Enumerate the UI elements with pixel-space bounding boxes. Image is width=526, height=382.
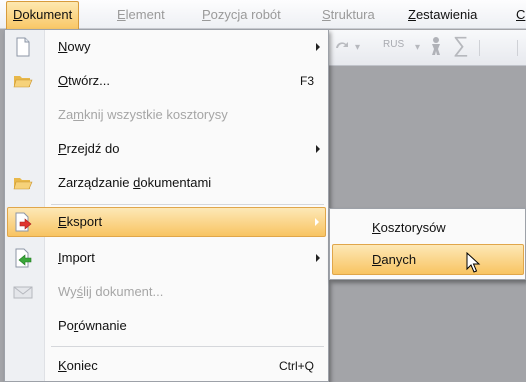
menu-item-koniec[interactable]: Koniec Ctrl+Q	[7, 351, 326, 381]
import-icon	[13, 248, 33, 268]
menu-item-wyslij-label: Wyślij dokument...	[58, 284, 164, 299]
menu-item-zamknij-label: Zamknij wszystkie kosztorysy	[58, 107, 228, 122]
menu-pozycja-robot[interactable]: Pozycja robót	[202, 0, 281, 29]
menu-item-otworz-label: Otwórz...	[58, 73, 111, 88]
sum-icon[interactable]: ∑	[453, 32, 469, 58]
menu-item-zarzadzanie-dokumentami[interactable]: Zarządzanie dokumentami	[7, 168, 326, 198]
submenu-item-danych[interactable]: Danych	[332, 244, 524, 275]
submenu-arrow-icon	[315, 218, 319, 226]
menu-item-otworz-shortcut: F3	[299, 74, 314, 88]
menu-c[interactable]: C	[516, 0, 525, 29]
rus-icon[interactable]: RUS	[383, 39, 404, 50]
eksport-submenu: Kosztorysów Danych	[329, 208, 526, 280]
toolbar: ▾ RUS ▾ ∑	[329, 30, 526, 66]
folder-manage-icon	[13, 173, 33, 193]
menu-separator	[51, 204, 324, 205]
menu-struktura-label: truktura	[330, 7, 375, 22]
export-icon	[13, 212, 33, 232]
submenu-item-kosztorysow[interactable]: Kosztorysów	[332, 212, 524, 243]
menu-pozycja-accel: P	[202, 7, 211, 22]
menu-zestawienia-accel: Z	[408, 7, 416, 22]
menu-item-koniec-label: Koniec	[58, 358, 98, 373]
submenu-item-danych-label: Danych	[372, 252, 417, 267]
mail-icon	[13, 282, 33, 302]
menubar: Dokument Element Pozycja robót Struktura…	[0, 0, 526, 29]
menu-separator-2	[51, 346, 324, 347]
menu-dokument-label: okument	[22, 7, 73, 22]
menu-struktura[interactable]: Struktura	[322, 0, 375, 29]
menu-pozycja-label: ozycja robót	[210, 7, 281, 22]
menu-item-koniec-shortcut: Ctrl+Q	[278, 359, 314, 373]
menu-element-label: lement	[125, 7, 165, 22]
toolbar-separator	[479, 40, 480, 56]
redo-icon[interactable]	[333, 36, 351, 59]
menu-item-otworz[interactable]: Otwórz... F3	[7, 66, 326, 96]
menu-item-przejdz-label: Przejdź do	[58, 141, 120, 156]
dropdown-arrow-icon-2[interactable]: ▾	[415, 42, 420, 53]
menu-struktura-accel: S	[322, 7, 331, 22]
submenu-item-kosztorysow-label: Kosztorysów	[372, 220, 446, 235]
open-folder-icon	[13, 71, 33, 91]
menu-item-zamknij-wszystkie[interactable]: Zamknij wszystkie kosztorysy	[7, 100, 326, 130]
menu-item-nowy[interactable]: Nowy	[7, 32, 326, 62]
menu-dokument[interactable]: Dokument	[6, 1, 80, 29]
dokument-menu: Nowy Otwórz... F3 Zamknij wszystkie kosz…	[4, 29, 329, 382]
rus-label: RUS	[383, 39, 405, 50]
menu-c-accel: C	[516, 7, 526, 22]
menu-item-import-label: Import	[58, 250, 95, 265]
menu-item-eksport-label: Eksport	[58, 214, 103, 229]
menu-element-accel: E	[117, 7, 126, 22]
menu-dokument-accel: D	[13, 7, 23, 22]
menu-item-wyslij-dokument[interactable]: Wyślij dokument...	[7, 277, 326, 307]
menu-zestawienia[interactable]: Zestawienia	[408, 0, 477, 29]
person-icon[interactable]	[427, 36, 445, 61]
dropdown-arrow-icon[interactable]: ▾	[355, 42, 360, 53]
submenu-arrow-icon	[316, 254, 320, 262]
new-document-icon	[13, 37, 33, 57]
menu-item-eksport[interactable]: Eksport	[7, 207, 326, 237]
menu-item-przejdz-do[interactable]: Przejdź do	[7, 134, 326, 164]
menu-item-zarzadzanie-label: Zarządzanie dokumentami	[58, 175, 212, 190]
submenu-arrow-icon	[316, 43, 320, 51]
menu-item-porownanie[interactable]: Porównanie	[7, 311, 326, 341]
menu-item-porownanie-label: Porównanie	[58, 318, 127, 333]
mouse-cursor-icon	[466, 251, 482, 274]
submenu-arrow-icon	[316, 145, 320, 153]
toolbar-separator-2	[517, 40, 518, 56]
menu-element[interactable]: Element	[117, 0, 165, 29]
menu-zestawienia-label: estawienia	[415, 7, 478, 22]
menu-item-nowy-label: Nowy	[58, 39, 91, 54]
menu-item-import[interactable]: Import	[7, 243, 326, 273]
